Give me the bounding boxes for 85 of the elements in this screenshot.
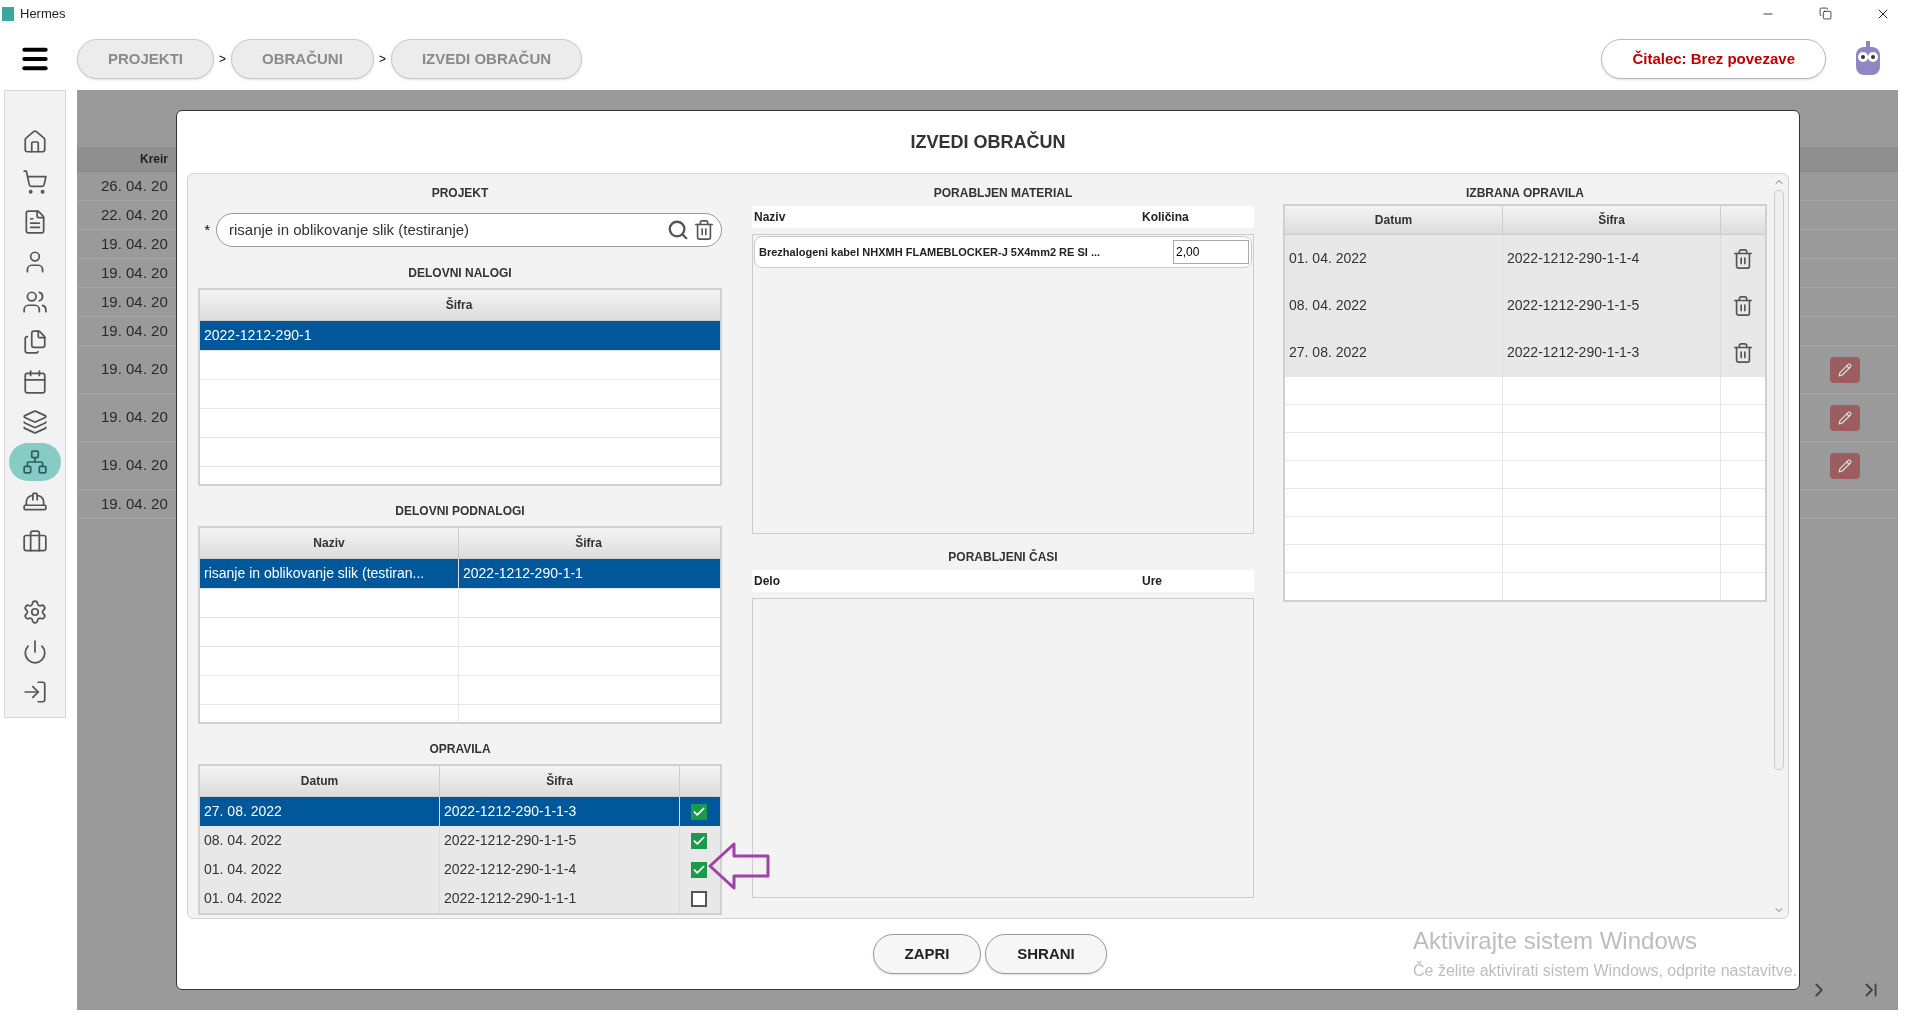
table-cell-text: 2022-1212-290-1-1 — [462, 564, 584, 583]
dialog-title: IZVEDI OBRAČUN — [909, 130, 1067, 154]
reader-status-button[interactable]: Čitalec: Brez povezave — [1601, 39, 1826, 79]
pencil-icon — [1838, 410, 1852, 425]
files-icon — [22, 329, 48, 355]
window-title: Hermes — [20, 5, 66, 24]
table-row[interactable]: 2022-1212-290-1 — [200, 321, 720, 350]
column-header: Datum — [200, 766, 440, 796]
sidebar-item[interactable] — [9, 443, 61, 481]
breadcrumb-separator: > — [377, 51, 387, 68]
pencil-icon — [1838, 458, 1852, 473]
table-row[interactable]: 01. 04. 2022 2022-1212-290-1-1-4 — [200, 855, 720, 884]
breadcrumb-separator: > — [218, 51, 228, 68]
briefcase-icon — [22, 529, 48, 555]
table-cell-text: 19. 04. 20 — [100, 233, 169, 254]
table-cell-text: 19. 04. 20 — [100, 359, 169, 380]
table-cell-text: 19. 04. 20 — [100, 291, 169, 312]
home-icon — [22, 129, 48, 155]
pencil-icon — [1838, 362, 1852, 377]
checkbox[interactable] — [691, 803, 707, 820]
section-title: DELOVNI PODNALOGI — [394, 503, 526, 520]
column-header: Ure — [1142, 573, 1162, 590]
column-header: Šifra — [444, 296, 474, 314]
trash-icon[interactable] — [1732, 294, 1754, 317]
section-title: PORABLJEN MATERIAL — [932, 185, 1074, 202]
layers-icon — [22, 409, 48, 435]
checkbox[interactable] — [691, 861, 707, 878]
column-header: Šifra — [1503, 206, 1721, 234]
column-header: Šifra — [574, 534, 603, 552]
edit-button[interactable] — [1830, 404, 1860, 431]
checkbox[interactable] — [691, 832, 707, 849]
column-header: Delo — [753, 573, 781, 590]
column-header: Datum — [1285, 206, 1503, 234]
network-icon — [22, 449, 48, 475]
document-icon — [22, 209, 48, 235]
table-cell: 2022-1212-290-1-1-1 — [440, 884, 680, 913]
dialog-button[interactable]: ZAPRI — [873, 934, 981, 974]
table-cell-text: 19. 04. 20 — [100, 455, 169, 476]
users-icon — [22, 289, 48, 315]
section-title: OPRAVILA — [428, 741, 492, 758]
table-row[interactable]: 08. 04. 2022 2022-1212-290-1-1-5 — [200, 826, 720, 855]
table-cell: risanje in oblikovanje slik (testiran... — [200, 559, 459, 588]
search-icon[interactable] — [667, 219, 689, 241]
trash-icon[interactable] — [693, 219, 715, 241]
exit-icon — [22, 679, 48, 705]
restore-icon[interactable] — [1819, 7, 1832, 20]
table-cell: 27. 08. 2022 — [1285, 329, 1503, 376]
activation-text: Če želite aktivirati sistem Windows, odprite nastavitve. — [1413, 960, 1798, 981]
table-cell-text: 26. 04. 20 — [100, 175, 169, 196]
annotation-arrow — [706, 840, 772, 892]
table-cell-text: 19. 04. 20 — [100, 262, 169, 283]
section-title: PROJEKT — [430, 185, 490, 202]
settings-icon — [22, 599, 48, 625]
table-cell-text: 22. 04. 20 — [100, 204, 169, 225]
edit-button[interactable] — [1830, 356, 1860, 383]
calendar-icon — [22, 369, 48, 395]
table-cell-text: 19. 04. 20 — [100, 407, 169, 428]
section-title: PORABLJENI ČASI — [947, 548, 1059, 566]
quantity-field[interactable]: 2,00 — [1173, 240, 1249, 264]
trash-icon[interactable] — [1732, 247, 1754, 270]
table-cell-text: 19. 04. 20 — [100, 493, 169, 514]
column-header: Količina — [1142, 209, 1189, 226]
dialog-button[interactable]: SHRANI — [985, 934, 1107, 974]
cart-icon — [22, 169, 48, 195]
table-row[interactable]: risanje in oblikovanje slik (testiran... 2022-1212-290-1-1 — [200, 559, 720, 588]
table-row[interactable]: 27. 08. 2022 2022-1212-290-1-1-3 — [200, 797, 720, 826]
table-row[interactable]: 01. 04. 2022 2022-1212-290-1-1-1 — [200, 884, 720, 913]
app-icon — [2, 7, 14, 21]
table-cell-text: 19. 04. 20 — [100, 320, 169, 341]
column-header: Naziv — [200, 528, 459, 558]
table-cell: 01. 04. 2022 — [200, 884, 440, 913]
edit-button[interactable] — [1830, 452, 1860, 479]
activation-title: Aktivirajte sistem Windows — [1413, 926, 1699, 956]
power-icon — [22, 639, 48, 665]
required-mark: * — [203, 220, 210, 240]
project-field[interactable]: risanje in oblikovanje slik (testiranje) — [216, 213, 722, 247]
section-title: DELOVNI NALOGI — [407, 265, 513, 282]
column-header: Naziv — [753, 209, 787, 226]
material-name: Brezhalogeni kabel NHXMH FLAMEBLOCKER-J 5X4mm2 RE SI ... — [759, 244, 1102, 260]
section-title: IZBRANA OPRAVILA — [1465, 185, 1585, 202]
column-header: Kreir — [139, 151, 169, 168]
checkbox[interactable] — [691, 890, 707, 907]
material-row[interactable]: Brezhalogeni kabel NHXMH FLAMEBLOCKER-J 5X4mm2 RE SI ... 2,00 — [754, 236, 1252, 268]
trash-icon[interactable] — [1732, 341, 1754, 364]
table-cell: 2022-1212-290-1-1-3 — [1503, 329, 1721, 376]
